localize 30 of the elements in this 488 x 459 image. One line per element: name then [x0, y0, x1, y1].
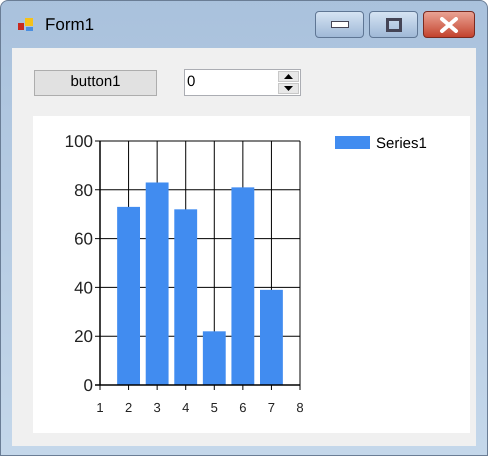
x-tick-label: 3	[154, 400, 161, 415]
x-tick-label: 4	[182, 400, 190, 415]
spin-up-button[interactable]	[278, 71, 299, 82]
y-tick-label: 0	[84, 376, 93, 395]
minimize-icon	[330, 21, 348, 28]
up-arrow-icon	[284, 74, 293, 79]
legend-label: Series1	[376, 135, 427, 152]
y-tick-label: 60	[74, 230, 93, 249]
app-icon	[17, 16, 35, 34]
x-tick-label: 2	[124, 400, 132, 415]
y-tick-label: 80	[74, 180, 93, 200]
y-tick-label: 100	[64, 132, 93, 151]
x-tick-label: 5	[210, 400, 218, 415]
x-tick-label: 7	[268, 400, 276, 415]
spin-down-button[interactable]	[278, 83, 299, 94]
numeric-field[interactable]: 0	[184, 69, 301, 96]
action-button[interactable]: button1	[34, 70, 157, 96]
minimize-button[interactable]	[315, 11, 364, 38]
window-title: Form1	[45, 14, 94, 36]
maximize-icon	[386, 18, 402, 32]
down-arrow-icon	[284, 86, 293, 91]
bar	[202, 331, 226, 385]
maximize-button[interactable]	[369, 11, 418, 38]
y-tick-label: 40	[74, 278, 93, 298]
x-tick-label: 1	[96, 400, 104, 415]
x-tick-label: 8	[296, 400, 304, 415]
close-button[interactable]	[423, 11, 475, 38]
x-tick-label: 6	[239, 400, 246, 415]
y-tick-label: 20	[74, 327, 93, 346]
close-icon	[439, 16, 459, 32]
